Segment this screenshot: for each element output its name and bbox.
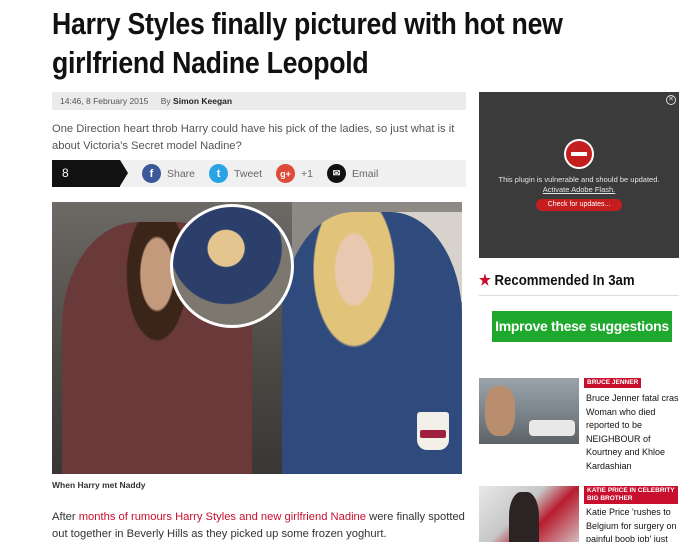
google-plus-share-button[interactable]: g+ +1	[276, 164, 313, 183]
recommended-title: Recommended In 3am	[494, 272, 635, 289]
teaser-item[interactable]: BRUCE JENNER Bruce Jenner fatal cras Wom…	[479, 378, 679, 471]
teaser-line: Bruce Jenner fatal cras	[586, 393, 679, 403]
article-headline: Harry Styles finally pictured with hot n…	[52, 6, 563, 80]
google-plus-icon: g+	[276, 164, 296, 183]
teaser-line: Kourtney and Khloe	[586, 447, 666, 457]
email-icon: ✉	[327, 164, 347, 183]
teaser-item[interactable]: KATIE PRICE IN CELEBRITY BIG BROTHER Kat…	[479, 486, 679, 542]
share-bar: 8 Shares f Share t Tweet g+ +1 ✉ Email	[52, 160, 466, 207]
author-link[interactable]: Simon Keegan	[173, 96, 232, 106]
article-main-image[interactable]	[52, 202, 462, 474]
thumb-car	[529, 420, 575, 436]
email-share-button[interactable]: ✉ Email	[327, 164, 378, 183]
teaser-thumbnail[interactable]	[479, 378, 579, 444]
google-plus-share-label: +1	[301, 167, 314, 180]
thumb-person	[509, 492, 539, 542]
twitter-share-label: Tweet	[234, 167, 263, 180]
check-updates-button[interactable]: Check for updates...	[536, 199, 622, 211]
improve-suggestions-button[interactable]: Improve these suggestions	[492, 311, 672, 342]
teaser-title[interactable]: Katie Price 'rushes to Belgium for surge…	[586, 506, 679, 542]
article-timestamp: 14:46, 8 February 2015	[60, 96, 149, 106]
body-text-start: After	[52, 511, 79, 523]
article-body-paragraph: After months of rumours Harry Styles and…	[52, 509, 466, 542]
recommended-divider	[479, 295, 679, 296]
article-meta-bar: 14:46, 8 February 2015 By Simon Keegan	[52, 92, 466, 110]
facebook-share-button[interactable]: f Share	[142, 164, 195, 183]
teaser-thumbnail[interactable]	[479, 486, 579, 542]
recommended-heading: ★ Recommended In 3am	[479, 271, 635, 289]
star-icon: ★	[479, 272, 491, 289]
facebook-icon: f	[142, 164, 161, 183]
flash-plugin-notice: ✕ This plugin is vulnerable and should b…	[479, 92, 679, 258]
blocked-plugin-icon	[564, 139, 594, 169]
thumb-person	[485, 386, 515, 436]
teaser-title[interactable]: Bruce Jenner fatal cras Woman who died r…	[586, 392, 679, 473]
teaser-line: Woman who died	[586, 406, 656, 417]
rumours-link[interactable]: months of rumours Harry Styles and new g…	[79, 511, 366, 523]
activate-flash-link[interactable]: Activate Adobe Flash.	[479, 185, 679, 194]
teaser-tag[interactable]: BRUCE JENNER	[584, 378, 642, 388]
teaser-tag[interactable]: KATIE PRICE IN CELEBRITY BIG BROTHER	[584, 486, 678, 504]
photo-inset-circle	[170, 204, 294, 328]
facebook-share-label: Share	[167, 167, 196, 180]
twitter-icon: t	[209, 164, 229, 183]
teaser-line: painful boob job' just	[586, 534, 668, 542]
article-standfirst: One Direction heart throb Harry could ha…	[52, 123, 455, 152]
cup-logo	[420, 430, 446, 438]
teaser-line: Belgium for surgery on	[586, 520, 677, 531]
byline-label: By	[160, 96, 171, 106]
photo-yoghurt-cup	[417, 412, 449, 450]
twitter-share-button[interactable]: t Tweet	[209, 164, 262, 183]
email-share-label: Email	[352, 167, 379, 180]
image-caption: When Harry met Naddy	[52, 480, 146, 490]
teaser-line: reported to be	[586, 420, 643, 430]
teaser-line: NEIGHBOUR of	[586, 433, 651, 444]
teaser-line: Katie Price 'rushes to	[586, 507, 671, 517]
share-count: 8 Shares	[52, 160, 128, 207]
plugin-message: This plugin is vulnerable and should be …	[498, 175, 660, 184]
close-icon[interactable]: ✕	[666, 95, 676, 105]
teaser-line: Kardashian	[586, 460, 632, 471]
